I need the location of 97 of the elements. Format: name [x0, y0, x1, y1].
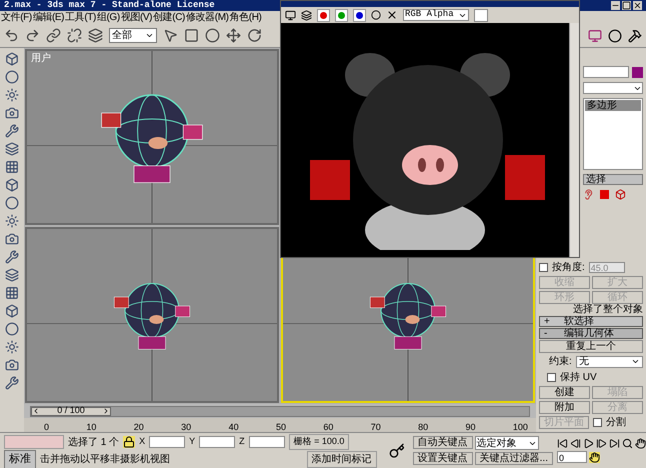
tool-icon[interactable]	[5, 376, 19, 390]
toolbar-icon[interactable]	[4, 28, 19, 43]
set-key-button[interactable]: 设置关键点	[412, 452, 473, 465]
toolbar-icon[interactable]	[88, 28, 103, 43]
object-color-swatch[interactable]	[632, 66, 643, 78]
time-slider[interactable]: 0 / 100	[30, 406, 530, 416]
constraint-dropdown[interactable]: 无	[576, 356, 643, 368]
coordinate-field[interactable]	[248, 436, 285, 448]
checkbox-label: 保持 UV	[560, 370, 597, 385]
toolbar-icon[interactable]	[205, 28, 220, 43]
clear-icon[interactable]	[386, 9, 398, 21]
key-filters-button[interactable]: 关键点过滤器...	[474, 452, 553, 465]
ruler-tick-label: 100	[512, 423, 528, 432]
tool-icon[interactable]	[5, 340, 19, 354]
toolbar-icon[interactable]	[226, 28, 241, 43]
menu-item[interactable]: 修改器(M)	[186, 12, 229, 22]
menu-item[interactable]: 视图(V)	[120, 12, 152, 22]
geometry-button[interactable]: 附加	[539, 401, 590, 414]
tool-icon[interactable]	[5, 196, 19, 210]
checkbox-label: 按角度:	[552, 260, 585, 275]
display-tab-icon[interactable]	[588, 28, 602, 42]
tool-icon[interactable]	[5, 160, 19, 174]
tool-icon[interactable]	[5, 304, 19, 318]
rollout-header[interactable]: 选择	[583, 174, 643, 185]
tool-icon[interactable]	[5, 268, 19, 282]
tool-icon[interactable]	[5, 358, 19, 372]
tool-icon[interactable]	[5, 322, 19, 336]
window-title: 2.max - 3ds max 7 - Stand-alone License	[4, 1, 215, 10]
minimize-icon[interactable]	[611, 1, 620, 10]
grid-size: 栅格 = 100.0	[288, 434, 350, 450]
checkbox-label: 分割	[606, 416, 626, 430]
tool-icon[interactable]	[5, 232, 19, 246]
rollout-header[interactable]: + 软选择	[539, 316, 643, 327]
coordinate-label: Z	[239, 435, 245, 448]
ruler-tick-label: 90	[466, 423, 476, 432]
toolbar-icon[interactable]	[25, 28, 40, 43]
menu-item[interactable]: 角色(H)	[230, 12, 262, 22]
checkbox[interactable]	[593, 418, 602, 427]
coordinate-label: X	[139, 435, 146, 448]
ruler-tick-label: 60	[323, 423, 334, 432]
ruler-tick-label: 30	[181, 423, 192, 432]
tool-icon[interactable]	[5, 214, 19, 228]
ruler-tick-label: 70	[370, 423, 381, 432]
toolbar-icon[interactable]	[247, 28, 262, 43]
ruler-tick-label: 10	[86, 423, 96, 432]
tool-icon[interactable]	[5, 106, 19, 120]
ruler-tick-label: 80	[418, 423, 428, 432]
tool-icon[interactable]	[5, 178, 19, 192]
ruler-tick-label: 0	[44, 423, 50, 432]
toolbar-icon[interactable]	[67, 28, 82, 43]
tool-icon[interactable]	[5, 286, 19, 300]
coordinate-field[interactable]	[149, 436, 186, 448]
frame-field[interactable]: 0	[557, 451, 587, 463]
key-mode-dropdown[interactable]: 选定对象	[474, 436, 539, 450]
selection-filter-dropdown[interactable]: 全部	[109, 28, 157, 43]
name-field[interactable]	[583, 66, 629, 78]
repeat-last-button[interactable]: 重复上一个	[539, 340, 643, 353]
tool-icon[interactable]	[5, 250, 19, 264]
selection-count: 选择了 1 个	[68, 436, 120, 450]
tab[interactable]: 标准	[4, 450, 36, 468]
menu-item[interactable]: 组(G)	[96, 12, 120, 22]
selection-status: 选择了整个对象	[572, 305, 643, 315]
tool-icon[interactable]	[5, 52, 19, 66]
tool-icon[interactable]	[5, 142, 19, 156]
key-icon[interactable]	[388, 442, 405, 458]
maximize-icon[interactable]	[622, 1, 631, 10]
rollout-header[interactable]: - 编辑几何体	[539, 328, 643, 339]
menu-item[interactable]: 文件(F)	[1, 12, 32, 22]
tool-icon[interactable]	[5, 70, 19, 84]
coordinate-label: Y	[189, 435, 196, 448]
coordinate-field[interactable]	[199, 436, 236, 448]
checkbox[interactable]	[539, 263, 548, 272]
toolbar-icon[interactable]	[184, 28, 199, 43]
menu-item[interactable]: 创建(C)	[153, 12, 185, 22]
ruler-tick-label: 20	[134, 423, 144, 432]
scrollbar[interactable]	[569, 23, 579, 257]
color-swatch[interactable]	[474, 8, 488, 22]
constraint-label: 约束:	[549, 354, 572, 369]
lock-icon[interactable]	[123, 436, 136, 448]
auto-key-button[interactable]: 自动关键点	[412, 436, 473, 449]
pan-icon[interactable]	[589, 452, 600, 462]
ruler-tick-label: 40	[228, 423, 239, 432]
geometry-button[interactable]: 创建	[539, 386, 590, 399]
tool-icon[interactable]	[5, 88, 19, 102]
checkbox[interactable]	[547, 373, 556, 382]
toolbar-icon[interactable]	[163, 28, 178, 43]
menu-item[interactable]: 工具(T)	[65, 12, 96, 22]
toolbar-icon[interactable]	[46, 28, 61, 43]
ruler-tick-label: 50	[276, 423, 286, 432]
add-time-tag[interactable]: 添加时间标记	[306, 451, 377, 468]
stack-item[interactable]: 多边形	[585, 100, 641, 111]
menu-item[interactable]: 编辑(E)	[32, 12, 64, 22]
prompt-text: 击并拖动以平移非摄影机视图	[40, 452, 170, 467]
tool-icon[interactable]	[5, 124, 19, 138]
close-icon[interactable]	[633, 1, 642, 10]
time-slider-thumb[interactable]: 0 / 100	[31, 406, 111, 416]
channel-dropdown[interactable]: RGB Alpha	[403, 9, 469, 21]
